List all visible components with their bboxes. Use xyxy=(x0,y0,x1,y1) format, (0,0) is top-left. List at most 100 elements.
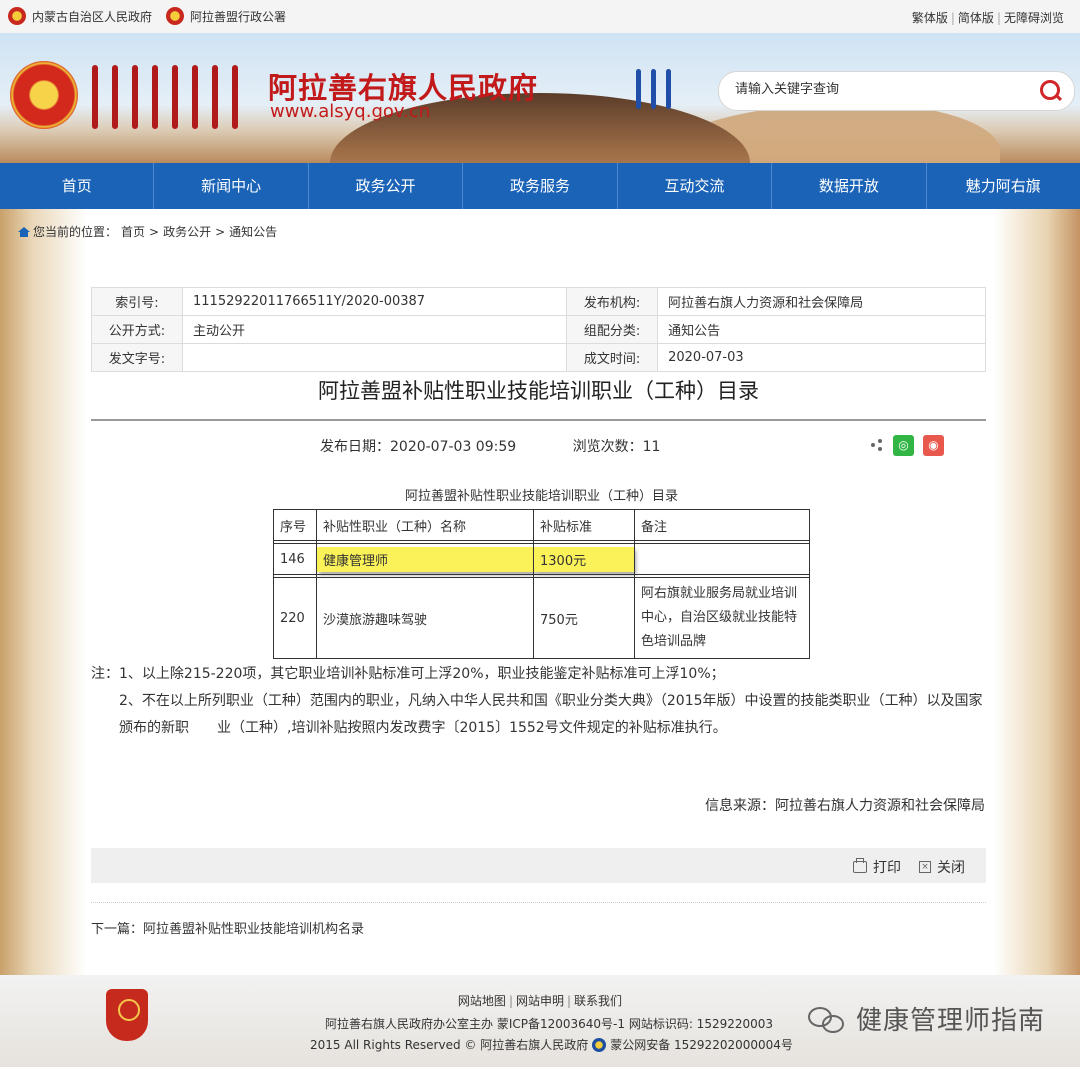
next-article-link[interactable]: 下一篇：阿拉善盟补贴性职业技能培训机构名录 xyxy=(91,902,986,937)
close-button[interactable]: × 关闭 xyxy=(919,857,965,877)
top-links-right: 繁体版 | 简体版 | 无障碍浏览 xyxy=(911,11,1064,25)
views-label: 浏览次数： xyxy=(572,439,643,455)
link-inner-mongolia-gov[interactable]: 内蒙古自治区人民政府 xyxy=(32,8,152,25)
link-traditional[interactable]: 繁体版 xyxy=(912,11,948,25)
info-source: 信息来源：阿拉善右旗人力资源和社会保障局 xyxy=(705,798,985,814)
nav-item-services[interactable]: 政务服务 xyxy=(463,163,618,209)
row-subsidy: 750元 xyxy=(533,577,635,659)
row-note xyxy=(634,543,810,575)
nav-item-gov-affairs[interactable]: 政务公开 xyxy=(309,163,464,209)
nav-item-news[interactable]: 新闻中心 xyxy=(154,163,309,209)
copyright-text: 2015 All Rights Reserved © 阿拉善右旗人民政府 xyxy=(310,1038,589,1052)
search-box xyxy=(718,71,1075,111)
main-nav: 首页 新闻中心 政务公开 政务服务 互动交流 数据开放 魅力阿右旗 xyxy=(0,163,1080,209)
table-row: 220 沙漠旅游趣味驾驶 750元 阿右旗就业服务局就业培训中心，自治区级就业技… xyxy=(273,577,810,659)
nav-item-interaction[interactable]: 互动交流 xyxy=(618,163,773,209)
meta-open-label: 公开方式: xyxy=(91,315,183,344)
search-input[interactable] xyxy=(733,81,1027,98)
row-name: 沙漠旅游趣味驾驶 xyxy=(316,577,534,659)
meta-org-value: 阿拉善右旗人力资源和社会保障局 xyxy=(657,287,986,316)
link-accessibility[interactable]: 无障碍浏览 xyxy=(1004,11,1064,25)
publish-date-value: 2020-07-03 09:59 xyxy=(390,439,517,455)
breadcrumb-prefix: 您当前的位置： xyxy=(33,225,118,239)
document-meta-table: 索引号: 11152922011766511Y/2020-00387 发布机构:… xyxy=(91,287,986,372)
meta-category-label: 组配分类: xyxy=(566,315,659,344)
table-row: 146 健康管理师 1300元 xyxy=(273,543,810,575)
link-alashan-gov[interactable]: 阿拉善盟行政公署 xyxy=(190,8,286,25)
breadcrumb-notices[interactable]: 通知公告 xyxy=(229,223,277,240)
meta-org-label: 发布机构: xyxy=(566,287,659,316)
table-caption: 阿拉善盟补贴性职业技能培训职业（工种）目录 xyxy=(404,489,678,504)
table-header: 补贴性职业（工种）名称 xyxy=(316,509,534,541)
footer-copyright: 2015 All Rights Reserved © 阿拉善右旗人民政府 蒙公网… xyxy=(310,1036,793,1053)
breadcrumb-home[interactable]: 首页 xyxy=(121,223,145,240)
meta-doc-value xyxy=(181,343,568,372)
next-article-text[interactable]: 下一篇：阿拉善盟补贴性职业技能培训机构名录 xyxy=(91,922,364,937)
nav-item-home[interactable]: 首页 xyxy=(0,163,155,209)
nav-item-charm[interactable]: 魅力阿右旗 xyxy=(927,163,1080,209)
meta-doc-label: 发文字号: xyxy=(91,343,183,372)
table-header: 序号 xyxy=(273,509,317,541)
meta-index-value: 11152922011766511Y/2020-00387 xyxy=(181,287,568,316)
divider xyxy=(91,902,986,903)
table-header: 备注 xyxy=(634,509,810,541)
top-links-left: 内蒙古自治区人民政府 阿拉善盟行政公署 xyxy=(8,7,286,25)
highlighted-subsidy: 1300元 xyxy=(534,546,634,572)
row-subsidy-highlighted: 1300元 xyxy=(533,543,635,575)
action-bar: 打印 × 关闭 xyxy=(91,848,986,883)
site-url: www.alsyq.gov.cn xyxy=(270,101,431,122)
article-info: 发布日期：2020-07-03 09:59 浏览次数：11 xyxy=(320,436,660,456)
breadcrumb-sep: > xyxy=(149,224,160,239)
police-record-text[interactable]: 蒙公网安备 15292202000004号 xyxy=(610,1036,793,1053)
wechat-logo-icon xyxy=(808,1005,848,1033)
article-title: 阿拉善盟补贴性职业技能培训职业（工种）目录 xyxy=(318,379,759,403)
site-header: 阿拉善右旗人民政府 www.alsyq.gov.cn xyxy=(0,33,1080,163)
meta-date-label: 成文时间: xyxy=(566,343,659,372)
meta-category-value: 通知公告 xyxy=(657,315,986,344)
views-value: 11 xyxy=(642,439,661,455)
wechat-icon[interactable]: ◎ xyxy=(893,435,914,456)
police-badge-icon xyxy=(592,1037,607,1052)
national-emblem-icon xyxy=(166,7,185,25)
breadcrumb-sep: > xyxy=(215,224,226,239)
link-simplified[interactable]: 简体版 xyxy=(958,11,994,25)
note-2: 2、不在以上所列职业（工种）范围内的职业，凡纳入中华人民共和国《职业分类大典》（… xyxy=(119,693,983,736)
watermark-text: 健康管理师指南 xyxy=(856,1006,1046,1036)
close-label: 关闭 xyxy=(937,860,965,876)
footer-icp: 阿拉善右旗人民政府办公室主办 蒙ICP备12003640号-1 网站标识码: 1… xyxy=(325,1017,774,1031)
wechat-watermark: 健康管理师指南 xyxy=(808,1000,1045,1037)
top-bar: 内蒙古自治区人民政府 阿拉善盟行政公署 繁体版 | 简体版 | 无障碍浏览 xyxy=(0,0,1080,34)
occupation-table: 序号 补贴性职业（工种）名称 补贴标准 备注 146 健康管理师 1300元 2… xyxy=(273,509,810,659)
weibo-icon[interactable]: ◉ xyxy=(923,435,944,456)
national-emblem-icon xyxy=(8,7,26,25)
breadcrumb-gov-affairs[interactable]: 政务公开 xyxy=(163,223,211,240)
meta-date-value: 2020-07-03 xyxy=(657,343,986,372)
share-icon[interactable] xyxy=(871,439,883,451)
mongolian-script-slogan xyxy=(636,69,671,109)
row-no: 146 xyxy=(273,543,317,575)
highlighted-name: 健康管理师 xyxy=(317,546,533,572)
footer-link-statement[interactable]: 网站申明 xyxy=(516,994,564,1008)
home-icon xyxy=(18,226,30,237)
print-button[interactable]: 打印 xyxy=(853,857,901,877)
row-note: 阿右旗就业服务局就业培训中心，自治区级就业技能特色培训品牌 xyxy=(634,577,810,659)
note-1: 注：1、以上除215-220项，其它职业培训补贴标准可上浮20%，职业技能鉴定补… xyxy=(91,666,725,682)
national-emblem-icon xyxy=(10,61,78,129)
meta-open-value: 主动公开 xyxy=(181,315,568,344)
mongolian-script-title xyxy=(92,65,252,135)
meta-index-label: 索引号: xyxy=(91,287,183,316)
footer-link-sitemap[interactable]: 网站地图 xyxy=(458,994,506,1008)
table-header: 补贴标准 xyxy=(533,509,635,541)
nav-item-open-data[interactable]: 数据开放 xyxy=(772,163,927,209)
search-icon[interactable] xyxy=(1040,80,1060,100)
main-content: 您当前的位置： 首页 > 政务公开 > 通知公告 索引号: 1115292201… xyxy=(0,209,1080,975)
row-name-highlighted: 健康管理师 xyxy=(316,543,534,575)
publish-date-label: 发布日期： xyxy=(320,439,390,455)
printer-icon xyxy=(853,858,867,873)
article-notes: 注：1、以上除215-220项，其它职业培训补贴标准可上浮20%，职业技能鉴定补… xyxy=(91,661,991,742)
footer-link-contact[interactable]: 联系我们 xyxy=(574,994,622,1008)
print-label: 打印 xyxy=(873,860,901,876)
breadcrumb: 您当前的位置： 首页 > 政务公开 > 通知公告 xyxy=(18,223,277,240)
row-no: 220 xyxy=(273,577,317,659)
site-footer: 网站地图 | 网站申明 | 联系我们 阿拉善右旗人民政府办公室主办 蒙ICP备12003… xyxy=(0,975,1080,1067)
